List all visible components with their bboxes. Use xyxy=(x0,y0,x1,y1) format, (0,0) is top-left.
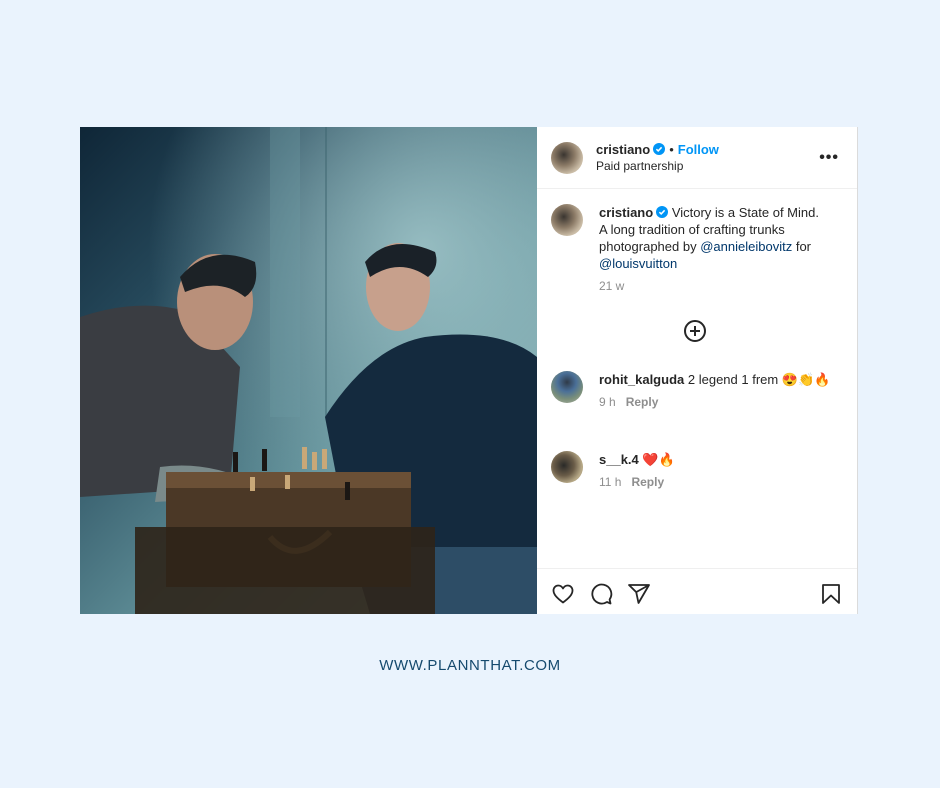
more-options-icon[interactable]: ••• xyxy=(819,149,839,167)
mention-louisvuitton[interactable]: @louisvuitton xyxy=(599,256,677,271)
mention-annieleibovitz[interactable]: @annieleibovitz xyxy=(700,239,792,254)
commenter-username[interactable]: rohit_kalguda xyxy=(599,372,684,387)
caption-avatar[interactable] xyxy=(551,204,583,236)
post-photo-illustration xyxy=(80,127,537,614)
comment-icon[interactable] xyxy=(589,582,613,606)
author-username[interactable]: cristiano xyxy=(596,142,650,157)
post-caption: cristiano Victory is a State of Mind. A … xyxy=(537,189,857,295)
commenter-username[interactable]: s__k.4 xyxy=(599,452,639,467)
reply-button[interactable]: Reply xyxy=(626,395,659,409)
separator-dot: • xyxy=(669,141,674,157)
verified-badge-icon xyxy=(653,142,666,155)
share-icon[interactable] xyxy=(627,582,651,606)
instagram-post: cristiano • Follow Paid partnership ••• cr… xyxy=(80,127,858,614)
comment-item: s__k.4 ❤️🔥 11 h Reply xyxy=(551,451,843,491)
caption-timestamp[interactable]: 21 w xyxy=(599,278,819,295)
post-sidebar: cristiano • Follow Paid partnership ••• cr… xyxy=(537,127,858,614)
author-avatar[interactable] xyxy=(551,141,583,174)
bookmark-icon[interactable] xyxy=(819,582,843,606)
plus-circle-icon[interactable] xyxy=(683,319,707,343)
footer-url[interactable]: WWW.PLANNTHAT.COM xyxy=(0,657,940,674)
follow-button[interactable]: Follow xyxy=(678,142,719,157)
caption-username[interactable]: cristiano xyxy=(599,205,653,220)
post-image[interactable] xyxy=(80,127,537,614)
post-header: cristiano • Follow Paid partnership ••• xyxy=(537,127,857,189)
comment-timestamp[interactable]: 9 h xyxy=(599,395,616,409)
caption-connector: for xyxy=(795,239,811,254)
action-bar xyxy=(537,568,857,614)
verified-badge-icon xyxy=(656,206,669,218)
commenter-avatar[interactable] xyxy=(551,451,583,483)
heart-icon[interactable] xyxy=(551,582,575,606)
comment-item: rohit_kalguda 2 legend 1 frem 😍👏🔥 9 h Rep… xyxy=(551,371,843,411)
paid-partnership-label[interactable]: Paid partnership xyxy=(596,158,719,175)
comment-text: 2 legend 1 frem 😍👏🔥 xyxy=(687,372,831,387)
commenter-avatar[interactable] xyxy=(551,371,583,403)
reply-button[interactable]: Reply xyxy=(631,475,664,489)
author-meta: cristiano • Follow Paid partnership xyxy=(596,141,719,175)
comment-text: ❤️🔥 xyxy=(642,452,675,467)
comment-timestamp[interactable]: 11 h xyxy=(599,475,621,489)
